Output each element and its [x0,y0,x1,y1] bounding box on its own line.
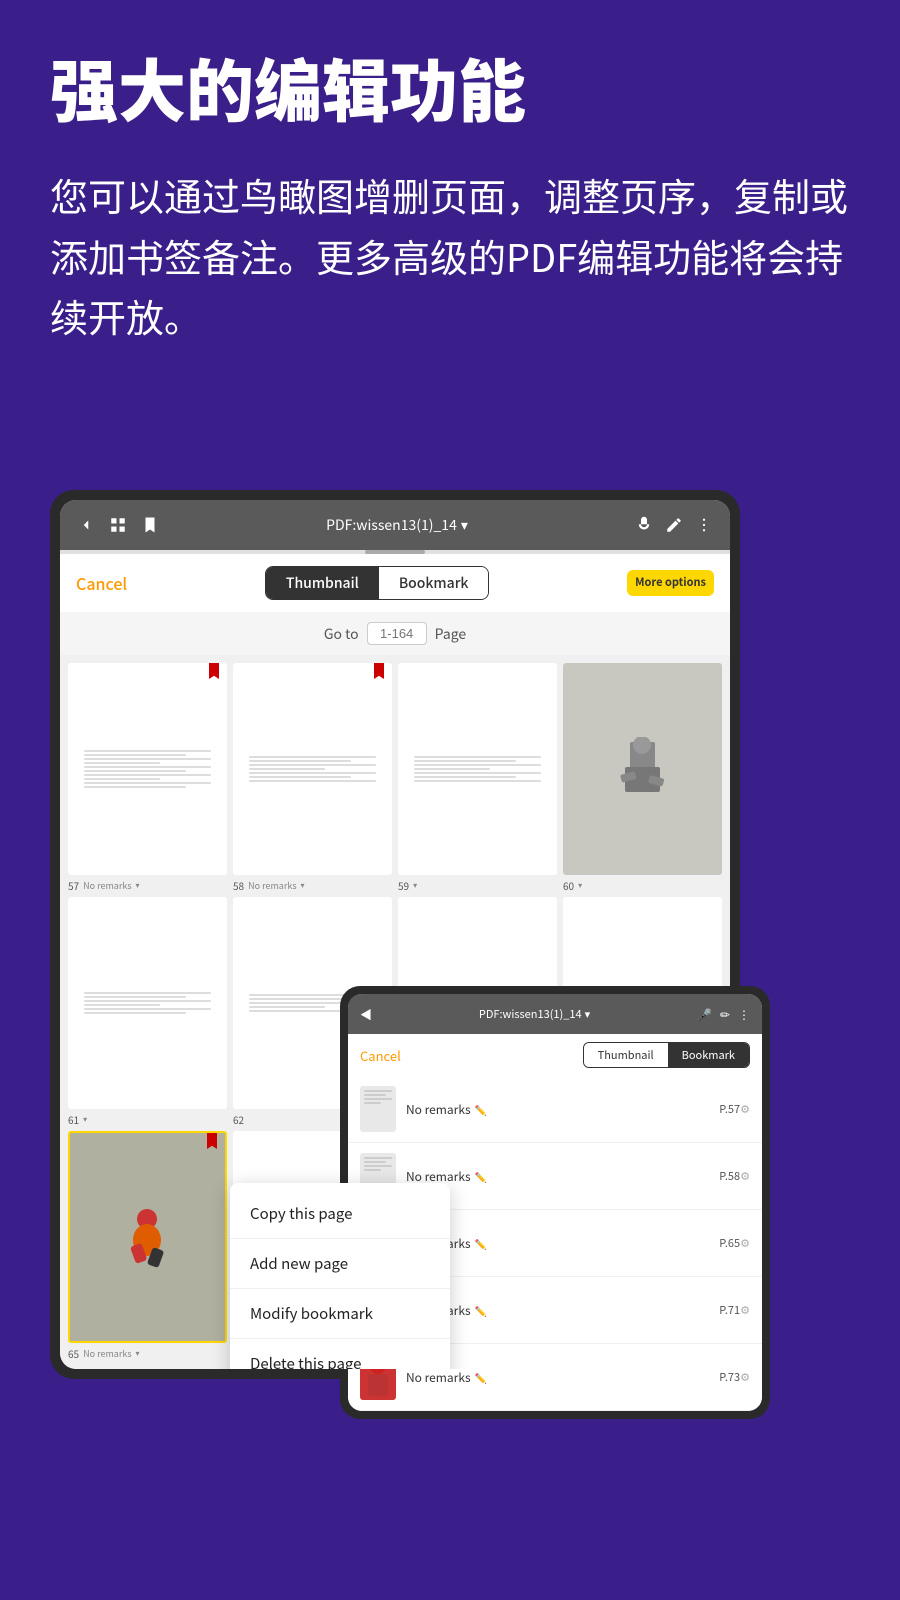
bookmark-flag-65 [207,1133,217,1149]
context-add-page[interactable]: Add new page [230,1239,450,1289]
bm-edit-icon-57: ✏️ [475,1102,487,1117]
thumb-page-60 [563,663,722,875]
bm-page-58: P.58 [719,1168,740,1184]
thumbnail-grid: 57 No remarks ▾ [60,655,730,893]
thumb-lines-59 [414,684,541,854]
bm-gear-71[interactable]: ⚙ [740,1302,750,1318]
s-cancel-button[interactable]: Cancel [360,1046,401,1065]
header-section: 强大的编辑功能 您可以通过鸟瞰图增删页面，调整页序，复制或添加书签备注。更多高级… [0,0,900,377]
goto-label: Go to [324,624,359,644]
thumb-page-61 [68,897,227,1109]
s-toolbar-right: 🎤 ✏ ⋮ [697,1006,750,1023]
toolbar-title: PDF:wissen13(1)_14 ▾ [326,515,468,535]
bm-title-58: No remarks ✏️ [406,1168,719,1185]
back-icon[interactable] [76,515,96,535]
thumb-label-58: 58 No remarks ▾ [233,878,392,893]
bookmark-flag-58 [374,663,384,679]
s-mic-icon[interactable]: 🎤 [697,1006,712,1023]
tablet-toolbar: PDF:wissen13(1)_14 ▾ [60,500,730,550]
bm-gear-57[interactable]: ⚙ [740,1101,750,1117]
s-back-icon[interactable]: ◀ [360,1006,372,1023]
tablet-main: PDF:wissen13(1)_14 ▾ [50,490,740,1379]
mic-icon[interactable] [634,515,654,535]
context-delete-page[interactable]: Delete this page [230,1339,450,1369]
bookmark-flag-57 [209,663,219,679]
scroll-indicator [60,550,730,554]
context-modify-bookmark[interactable]: Modify bookmark [230,1289,450,1339]
bm-gear-65[interactable]: ⚙ [740,1235,750,1251]
page-title: 强大的编辑功能 [50,50,850,125]
bm-page-65: P.65 [719,1235,740,1251]
secondary-toolbar: ◀ PDF:wissen13(1)_14 ▾ 🎤 ✏ ⋮ [348,994,762,1034]
tab-group: Thumbnail Bookmark [265,566,490,600]
context-copy-page[interactable]: Copy this page [230,1189,450,1239]
thumb-page-59 [398,663,557,875]
goto-row: Go to Page [60,612,730,655]
bookmark-icon[interactable] [140,515,160,535]
page-label: Page [435,624,467,644]
toolbar-left [76,515,160,535]
bm-page-71: P.71 [719,1302,740,1318]
thumb-label-61: 61 ▾ [68,1112,227,1127]
thumb-label-57: 57 No remarks ▾ [68,878,227,893]
thumb-lines-57 [84,684,211,854]
thumbnail-59[interactable]: 59 ▾ [398,663,557,893]
s-tab-thumbnail[interactable]: Thumbnail [584,1043,668,1067]
bm-title-73: No remarks ✏️ [406,1369,719,1386]
thumb-lines-58 [249,684,376,854]
thumb-page-65 [68,1131,227,1343]
tab-thumbnail[interactable]: Thumbnail [266,567,379,599]
page-description: 您可以通过鸟瞰图增删页面，调整页序，复制或添加书签备注。更多高级的PDF编辑功能… [50,165,850,347]
bm-thumb-57 [360,1086,396,1132]
thumb-label-59: 59 ▾ [398,878,557,893]
bm-edit-icon-73: ✏️ [475,1370,487,1385]
thumbnail-57[interactable]: 57 No remarks ▾ [68,663,227,893]
toolbar-right [634,515,714,535]
thumb-label-60: 60 ▾ [563,878,722,893]
thumbnail-65[interactable]: 65 No remarks ▾ [68,1131,227,1361]
bm-page-73: P.73 [719,1369,740,1385]
bookmark-item-57[interactable]: No remarks ✏️ P.57 ⚙ [348,1076,762,1143]
panel-header: Cancel Thumbnail Bookmark More options [60,554,730,612]
more-icon[interactable] [694,515,714,535]
thumbnail-61[interactable]: 61 ▾ [68,897,227,1127]
bm-page-57: P.57 [719,1101,740,1117]
grid-icon[interactable] [108,515,128,535]
thumb-lines-61 [84,918,211,1088]
bm-edit-icon-71: ✏️ [475,1303,487,1318]
scroll-thumb [365,550,425,554]
bm-gear-58[interactable]: ⚙ [740,1168,750,1184]
thumb-label-65: 65 No remarks ▾ [68,1346,227,1361]
bm-title-71: No remarks ✏️ [406,1302,719,1319]
cancel-button[interactable]: Cancel [76,571,127,595]
bm-edit-icon-65: ✏️ [475,1236,487,1251]
bm-gear-73[interactable]: ⚙ [740,1369,750,1385]
device-mockup-container: PDF:wissen13(1)_14 ▾ [50,490,850,1379]
s-tab-group: Thumbnail Bookmark [583,1042,750,1068]
thumb-page-58 [233,663,392,875]
thumbnail-58[interactable]: 58 No remarks ▾ [233,663,392,893]
page-input[interactable] [367,622,427,645]
context-menu: Copy this page Add new page Modify bookm… [230,1183,450,1369]
bm-title-65: No remarks ✏️ [406,1235,719,1252]
bm-edit-icon-58: ✏️ [475,1169,487,1184]
s-tab-bookmark[interactable]: Bookmark [668,1043,749,1067]
thumbnail-60[interactable]: 60 ▾ [563,663,722,893]
bm-title-57: No remarks ✏️ [406,1101,719,1118]
s-pencil-icon[interactable]: ✏ [720,1006,730,1023]
pencil-icon[interactable] [664,515,684,535]
thumb-page-57 [68,663,227,875]
tab-bookmark[interactable]: Bookmark [379,567,489,599]
secondary-panel-header: Cancel Thumbnail Bookmark [348,1034,762,1076]
s-toolbar-title: PDF:wissen13(1)_14 ▾ [479,1006,590,1022]
s-more-icon[interactable]: ⋮ [738,1006,750,1023]
more-options-button[interactable]: More options [627,570,714,595]
